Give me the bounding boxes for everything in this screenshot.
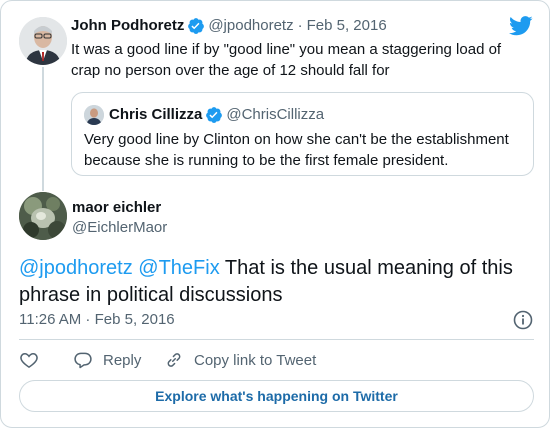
actions-divider: [19, 339, 534, 340]
mention-thefix[interactable]: @TheFix: [138, 257, 219, 279]
reply-icon: [74, 352, 92, 369]
main-tweet-text: @jpodhoretz @TheFix That is the usual me…: [19, 255, 534, 309]
explore-twitter-button[interactable]: Explore what's happening on Twitter: [19, 380, 534, 412]
chris-cillizza-avatar: [84, 105, 104, 125]
parent-author-handle[interactable]: @jpodhoretz: [208, 17, 293, 35]
parent-author-name[interactable]: John Podhoretz: [71, 17, 184, 35]
john-podhoretz-avatar[interactable]: [19, 17, 67, 65]
copy-link-button[interactable]: Copy link to Tweet: [164, 349, 316, 371]
reply-label: Reply: [103, 351, 142, 369]
quoted-tweet-text: Very good line by Clinton on how she can…: [84, 131, 509, 169]
quoted-author-name: Chris Cillizza: [109, 106, 203, 123]
main-author-handle[interactable]: @EichlerMaor: [72, 219, 167, 237]
link-icon: [167, 353, 181, 367]
main-tweet-timestamp[interactable]: 11:26 AM · Feb 5, 2016: [19, 311, 175, 329]
heart-icon: [20, 352, 38, 368]
tweet-embed-card: John Podhoretz @jpodhoretz · Feb 5, 2016…: [0, 0, 550, 428]
thread-connector-line: [42, 67, 44, 191]
parent-tweet-date[interactable]: Feb 5, 2016: [307, 17, 387, 35]
main-author-name[interactable]: maor eichler: [72, 199, 161, 217]
verified-badge-icon: [206, 107, 223, 123]
copy-link-label: Copy link to Tweet: [194, 351, 317, 369]
like-button[interactable]: [19, 349, 49, 371]
parent-tweet-header: John Podhoretz @jpodhoretz · Feb 5, 2016: [71, 17, 387, 35]
header-separator: ·: [297, 17, 303, 34]
verified-badge-icon: [188, 18, 205, 34]
quoted-tweet-header: Chris Cillizza @ChrisCillizza: [109, 106, 324, 124]
twitter-bird-icon[interactable]: [509, 15, 533, 37]
quoted-author-handle: @ChrisCillizza: [226, 106, 325, 123]
info-icon[interactable]: [512, 309, 534, 331]
mention-jpodhoretz[interactable]: @jpodhoretz: [19, 257, 133, 279]
reply-button[interactable]: Reply: [73, 349, 141, 371]
maor-eichler-avatar[interactable]: [19, 192, 67, 240]
quoted-tweet[interactable]: Chris Cillizza @ChrisCillizza Very good …: [71, 92, 534, 176]
parent-tweet-text: It was a good line if by "good line" you…: [71, 41, 502, 79]
